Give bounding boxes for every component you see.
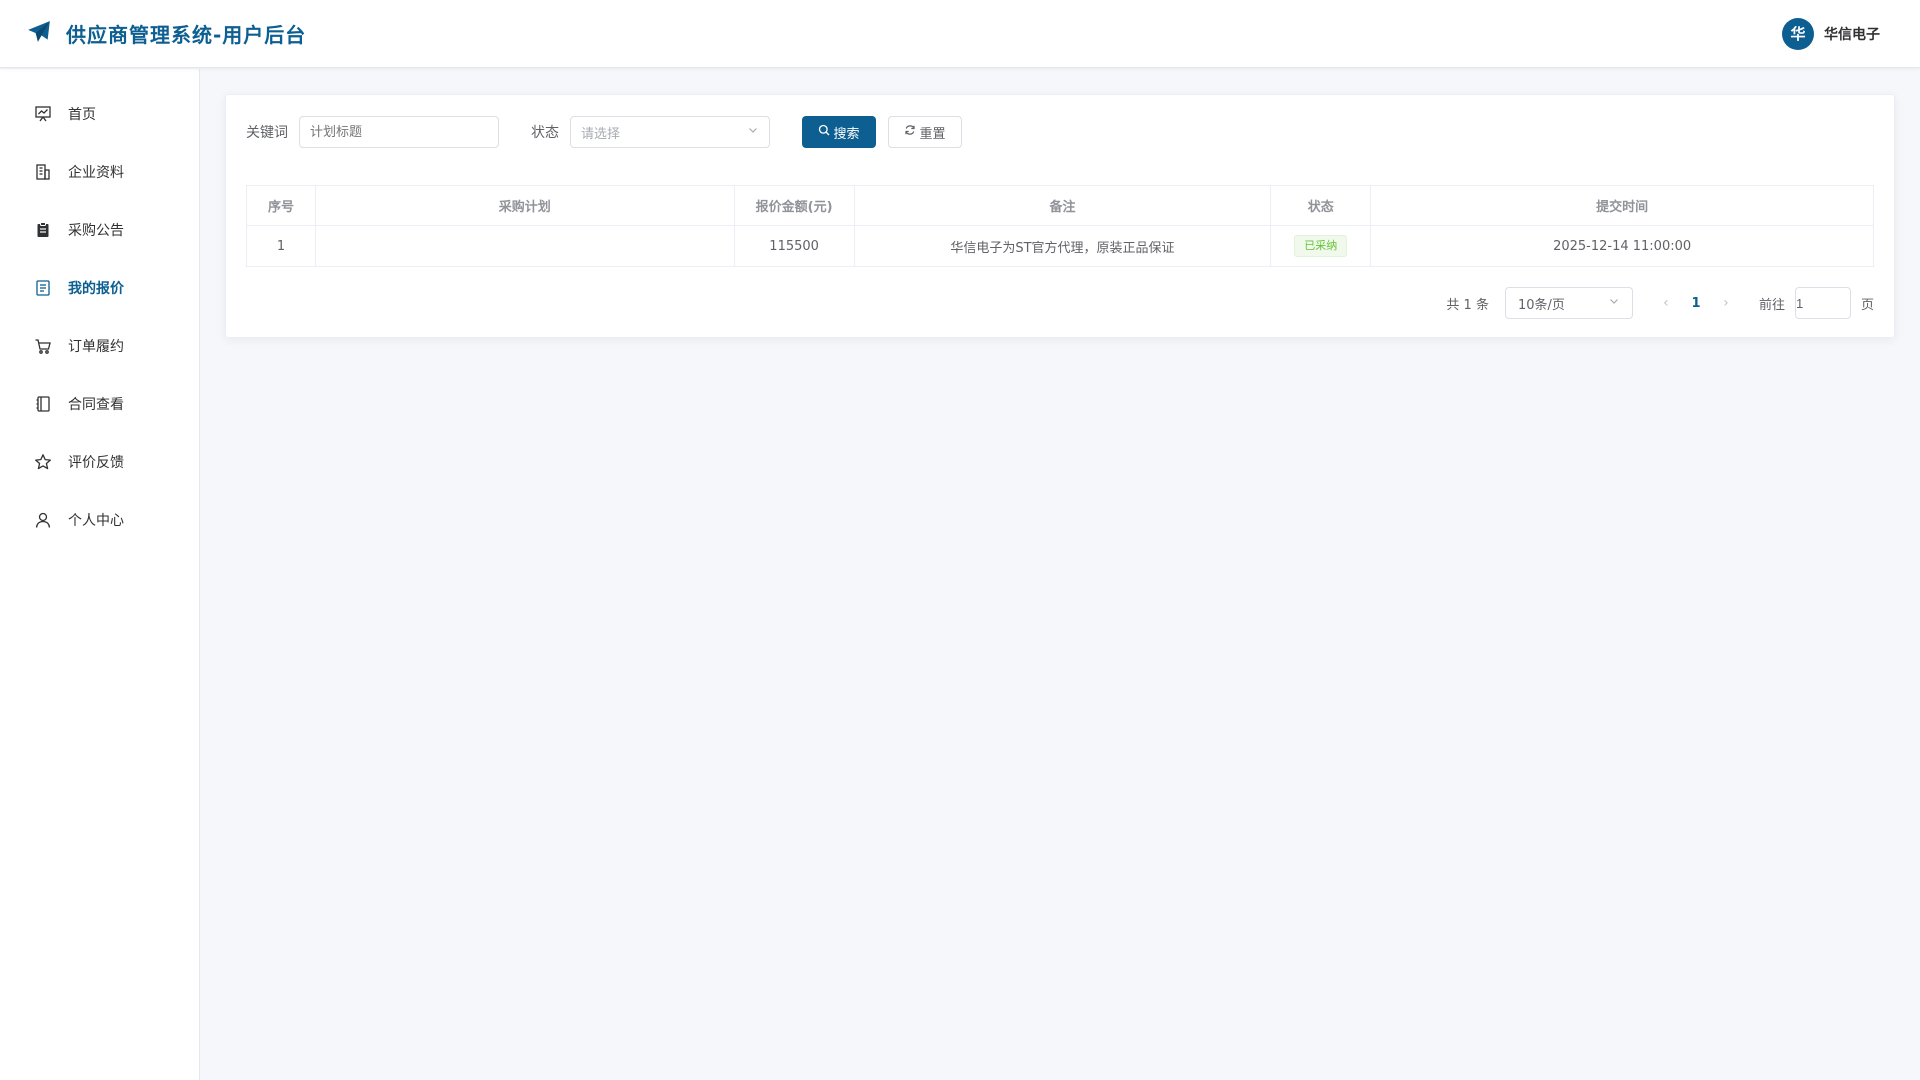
- sidebar-item-announcement[interactable]: 采购公告: [0, 201, 199, 259]
- cell-time: 2025-12-14 11:00:00: [1370, 225, 1874, 267]
- page-size-value: 10条/页: [1517, 297, 1565, 313]
- column-header: 提交时间: [1370, 185, 1874, 226]
- sidebar-item-label: 首页: [68, 107, 96, 123]
- chevron-down-icon: [1608, 295, 1620, 311]
- status-badge: 已采纳: [1294, 235, 1348, 257]
- search-form: 关键词 状态 请选择 搜索 重置: [246, 116, 962, 148]
- status-label: 状态: [531, 125, 559, 141]
- reset-button-label: 重置: [919, 126, 946, 142]
- keyword-label: 关键词: [246, 125, 288, 141]
- main-card: 关键词 状态 请选择 搜索 重置 序号 采购计划 报价金额(元) 备注 状态: [225, 94, 1895, 338]
- avatar[interactable]: 华: [1782, 17, 1814, 50]
- user-icon: [34, 511, 52, 529]
- column-header: 序号: [246, 185, 316, 226]
- top-header: 供应商管理系统-用户后台 华 华信电子: [0, 0, 1920, 68]
- table-row[interactable]: 1 115500 华信电子为ST官方代理，原装正品保证 已采纳 2025-12-…: [246, 225, 1874, 267]
- sidebar-item-contracts[interactable]: 合同查看: [0, 375, 199, 433]
- cell-index: 1: [246, 225, 316, 267]
- sidebar: 首页 企业资料 采购公告 我的报价 订单履约 合同查看 评价反馈 个人中心: [0, 69, 200, 1080]
- sidebar-item-label: 采购公告: [68, 223, 124, 239]
- cart-icon: [34, 337, 52, 355]
- column-header: 采购计划: [314, 185, 735, 226]
- user-menu[interactable]: 华 华信电子: [1782, 17, 1880, 50]
- brand: 供应商管理系统-用户后台: [26, 19, 306, 49]
- goto-page-input[interactable]: [1794, 287, 1851, 319]
- building-icon: [34, 163, 52, 181]
- prev-page-icon[interactable]: ‹: [1651, 295, 1681, 311]
- search-button-label: 搜索: [833, 126, 860, 142]
- sidebar-item-profile[interactable]: 个人中心: [0, 491, 199, 549]
- page-number[interactable]: 1: [1681, 296, 1711, 311]
- search-button[interactable]: 搜索: [802, 116, 876, 148]
- status-select-placeholder: 请选择: [581, 126, 621, 142]
- star-icon: [34, 453, 52, 471]
- sidebar-item-my-quotes[interactable]: 我的报价: [0, 259, 199, 317]
- search-icon: [818, 124, 830, 140]
- sidebar-item-company[interactable]: 企业资料: [0, 143, 199, 201]
- document-icon: [34, 279, 52, 297]
- paper-plane-icon: [26, 19, 52, 49]
- chart-board-icon: [34, 105, 52, 123]
- sidebar-item-label: 我的报价: [68, 281, 124, 297]
- reset-button[interactable]: 重置: [888, 116, 962, 148]
- notebook-icon: [34, 395, 52, 413]
- table-header-row: 序号 采购计划 报价金额(元) 备注 状态 提交时间: [246, 185, 1874, 226]
- cell-status: 已采纳: [1270, 225, 1372, 267]
- cell-remark: 华信电子为ST官方代理，原装正品保证: [853, 225, 1272, 267]
- cell-amount: 115500: [733, 225, 855, 267]
- column-header: 备注: [853, 185, 1272, 226]
- sidebar-item-label: 企业资料: [68, 165, 124, 181]
- column-header: 状态: [1270, 185, 1372, 226]
- pagination-total: 共 1 条: [1446, 297, 1489, 313]
- sidebar-item-label: 合同查看: [68, 397, 124, 413]
- status-select[interactable]: 请选择: [570, 116, 770, 148]
- keyword-input[interactable]: [299, 116, 499, 148]
- chevron-down-icon: [747, 124, 759, 140]
- sidebar-item-orders[interactable]: 订单履约: [0, 317, 199, 375]
- column-header: 报价金额(元): [733, 185, 855, 226]
- goto-label: 前往: [1758, 297, 1785, 313]
- sidebar-item-home[interactable]: 首页: [0, 85, 199, 143]
- page-suffix: 页: [1860, 297, 1874, 313]
- sidebar-item-label: 订单履约: [68, 339, 124, 355]
- pagination: 共 1 条 10条/页 ‹ 1 › 前往 页: [1446, 287, 1874, 319]
- cell-plan: [314, 225, 735, 267]
- app-title: 供应商管理系统-用户后台: [66, 23, 307, 47]
- refresh-icon: [904, 124, 916, 140]
- sidebar-item-label: 个人中心: [68, 513, 124, 529]
- clipboard-icon: [34, 221, 52, 239]
- page-size-select[interactable]: 10条/页: [1504, 287, 1633, 319]
- user-name[interactable]: 华信电子: [1824, 24, 1880, 44]
- sidebar-item-label: 评价反馈: [68, 455, 124, 471]
- next-page-icon[interactable]: ›: [1711, 295, 1741, 311]
- quotes-table: 序号 采购计划 报价金额(元) 备注 状态 提交时间 1 115500 华信电子…: [246, 185, 1874, 267]
- sidebar-item-feedback[interactable]: 评价反馈: [0, 433, 199, 491]
